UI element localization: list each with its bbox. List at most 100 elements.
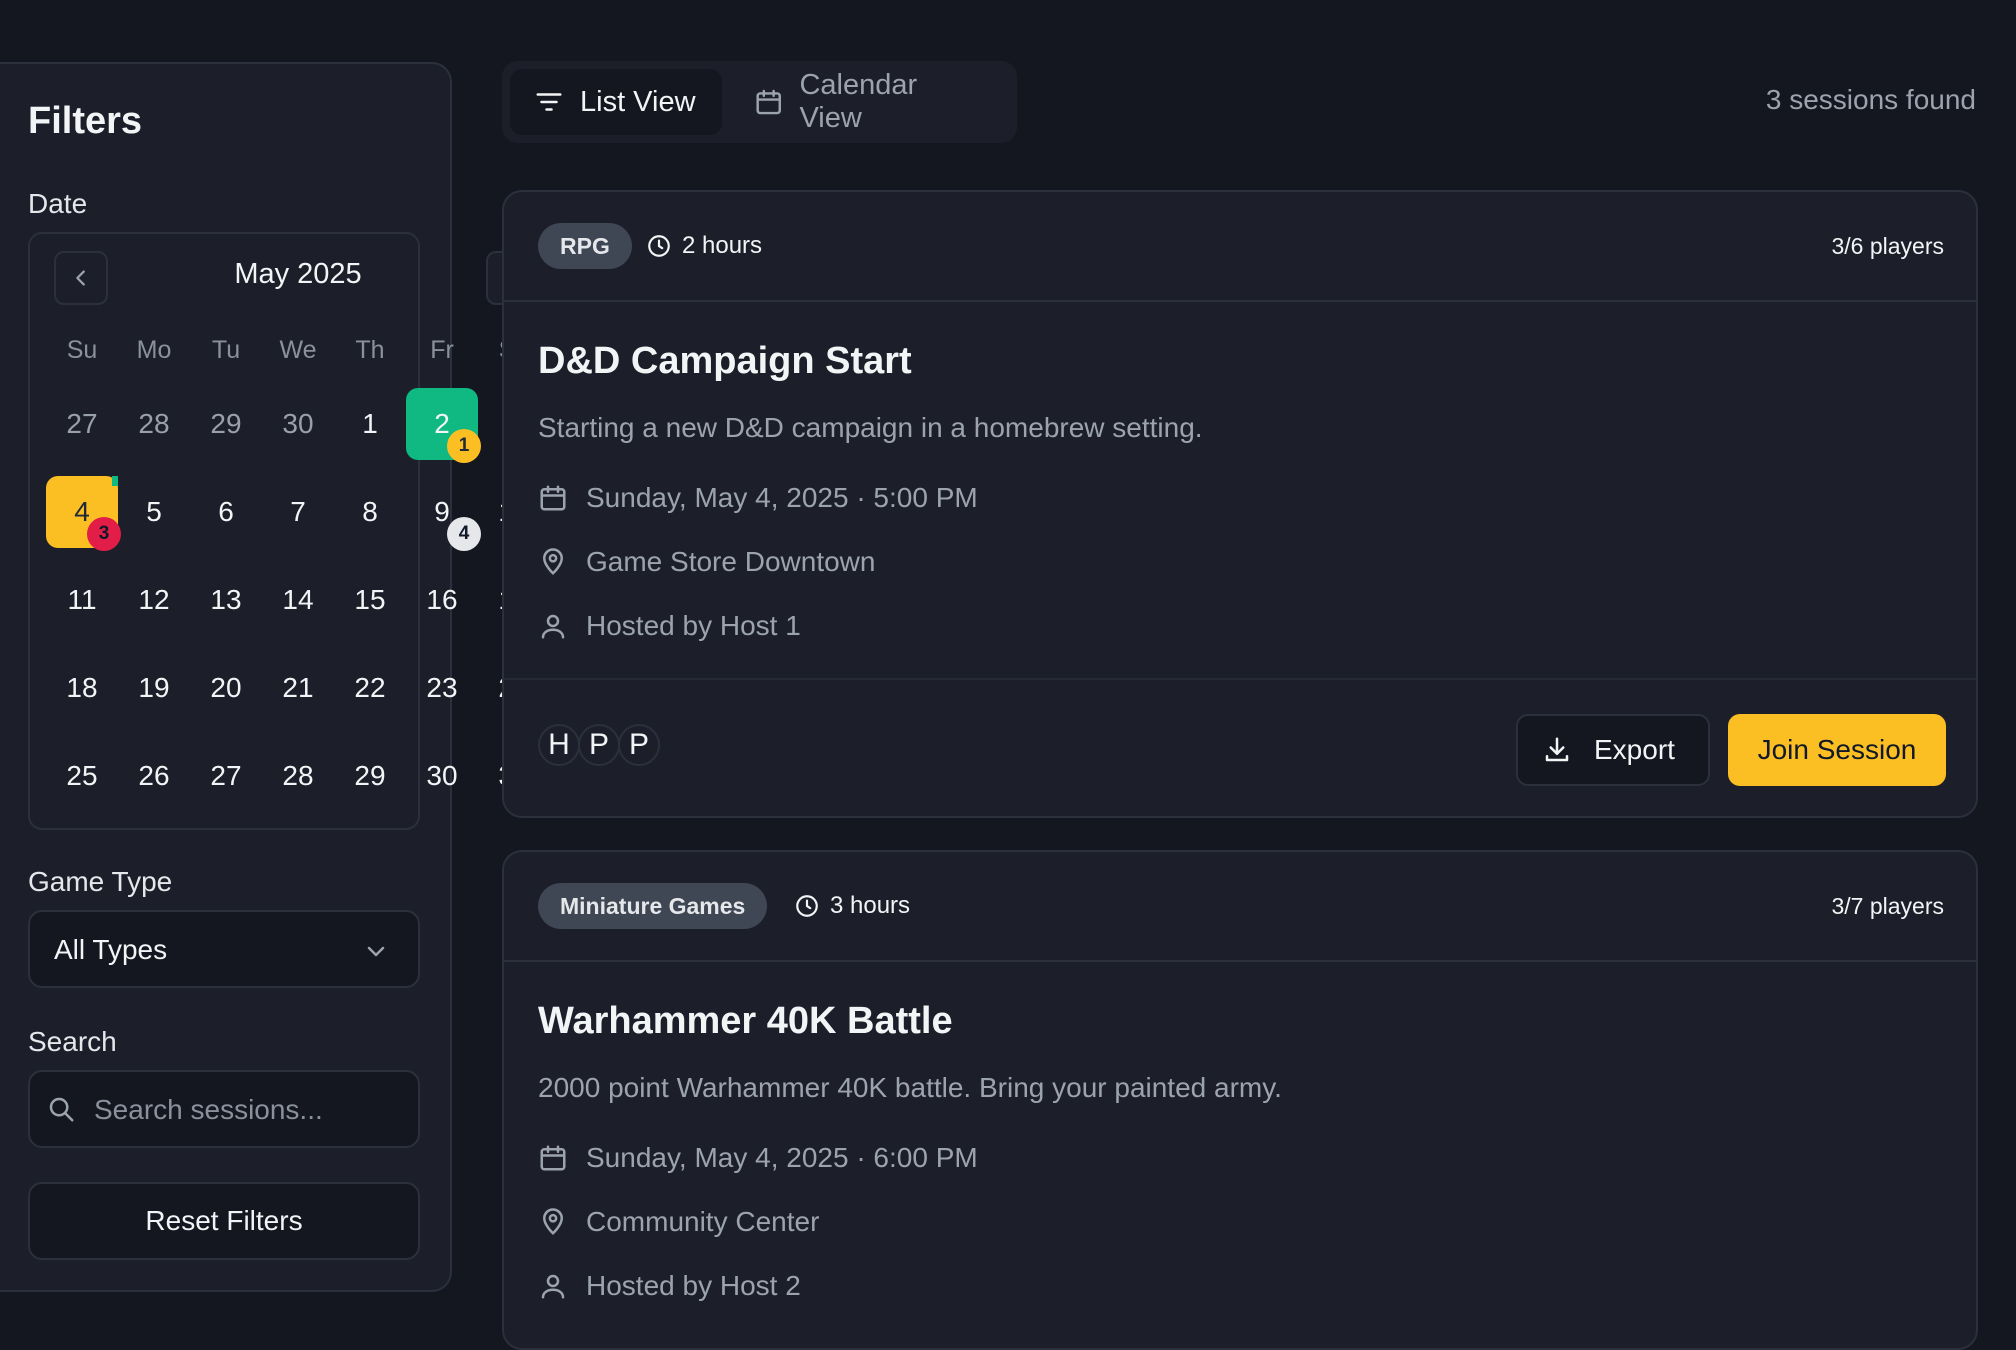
chevron-down-icon [367, 946, 385, 957]
date-label: Date [28, 188, 88, 219]
search-label: Search [28, 1026, 117, 1057]
export-button[interactable]: Export [1516, 714, 1710, 786]
calendar-day[interactable]: 11 [46, 564, 118, 636]
calendar-icon [756, 89, 781, 115]
divider [504, 678, 1976, 680]
clock-icon [648, 235, 670, 257]
datetime-text: Sunday, May 4, 2025 · 6:00 PM [586, 1142, 978, 1173]
calendar-day[interactable]: 1 [334, 388, 406, 460]
calendar-month-label: May 2025 [234, 258, 362, 290]
avatar: P [578, 724, 620, 766]
view-toggle: List View Calendar View [502, 61, 1017, 143]
calendar-day[interactable]: 15 [334, 564, 406, 636]
search-icon [49, 1097, 74, 1122]
game-type-badge: Miniature Games [538, 883, 768, 929]
user-icon [541, 614, 565, 639]
calendar-day[interactable]: 28 [118, 388, 190, 460]
prev-month-button[interactable] [54, 251, 108, 305]
calendar-day[interactable]: 13 [190, 564, 262, 636]
location-text: Game Store Downtown [586, 546, 876, 577]
calendar-day[interactable]: 27 [190, 740, 262, 812]
search-input[interactable]: Search sessions... [28, 1070, 420, 1148]
calendar-day[interactable]: 8 [334, 476, 406, 548]
player-count: 3/6 players [1831, 233, 1944, 259]
download-icon [1545, 737, 1569, 762]
map-pin-icon [542, 1208, 564, 1235]
calendar-day[interactable]: 19 [118, 652, 190, 724]
calendar-day[interactable]: 26 [118, 740, 190, 812]
game-type-label: Game Type [28, 866, 173, 897]
game-type-select[interactable]: All Types [28, 910, 420, 988]
session-count-badge: 1 [447, 429, 481, 463]
duration-text: 3 hours [830, 892, 911, 919]
calendar-day[interactable]: 16 [406, 564, 478, 636]
avatar: H [538, 724, 580, 766]
calendar-day[interactable]: 18 [46, 652, 118, 724]
clock-icon [796, 895, 818, 917]
results-count: 3 sessions found [1765, 84, 1976, 115]
calendar-icon [540, 485, 566, 511]
duration-text: 2 hours [682, 232, 763, 259]
session-location: Community Center [538, 1202, 819, 1242]
session-count-badge: 4 [447, 517, 481, 551]
calendar-day[interactable]: 22 [334, 652, 406, 724]
session-card: RPG 2 hours 3/6 players D&D Campaign Sta… [502, 190, 1978, 818]
filter-lines-icon [536, 93, 562, 111]
join-session-button[interactable]: Join Session [1728, 714, 1946, 786]
reset-filters-button[interactable]: Reset Filters [28, 1182, 420, 1260]
session-card: Miniature Games 3 hours 3/7 players Warh… [502, 850, 1978, 1350]
session-host: Hosted by Host 2 [538, 1266, 801, 1306]
session-count-badge: 3 [87, 517, 121, 551]
calendar-day[interactable]: 7 [262, 476, 334, 548]
duration: 2 hours [646, 224, 762, 268]
session-location: Game Store Downtown [538, 542, 875, 582]
map-pin-icon [542, 548, 564, 575]
session-description: Starting a new D&D campaign in a homebre… [538, 412, 1203, 443]
calendar-day[interactable]: 5 [118, 476, 190, 548]
avatar: P [618, 724, 660, 766]
calendar-day[interactable]: 12 [118, 564, 190, 636]
calendar-day[interactable]: 14 [262, 564, 334, 636]
user-icon [541, 1274, 565, 1299]
session-datetime: Sunday, May 4, 2025 · 5:00 PM [538, 478, 978, 518]
weekday-header: Tu [211, 336, 241, 364]
calendar-day[interactable]: 30 [262, 388, 334, 460]
filters-title: Filters [28, 100, 143, 142]
list-view-tab[interactable]: List View [510, 69, 722, 135]
weekday-header: Th [355, 336, 385, 364]
today-marker [112, 476, 118, 486]
session-host: Hosted by Host 1 [538, 606, 801, 646]
calendar-day[interactable]: 30 [406, 740, 478, 812]
location-text: Community Center [586, 1206, 820, 1237]
search-placeholder: Search sessions... [94, 1094, 323, 1125]
calendar-day[interactable]: 25 [46, 740, 118, 812]
calendar-day[interactable]: 6 [190, 476, 262, 548]
session-title: D&D Campaign Start [538, 340, 912, 382]
calendar-view-label: Calendar View [799, 69, 918, 134]
calendar-day[interactable]: 23 [406, 652, 478, 724]
calendar-day[interactable]: 29 [334, 740, 406, 812]
calendar-view-tab[interactable]: Calendar View [730, 69, 1008, 135]
weekday-header: Fr [430, 336, 454, 364]
datetime-text: Sunday, May 4, 2025 · 5:00 PM [586, 482, 978, 513]
chevron-left-icon [76, 270, 85, 286]
calendar-icon [540, 1145, 566, 1171]
session-datetime: Sunday, May 4, 2025 · 6:00 PM [538, 1138, 978, 1178]
list-view-label: List View [580, 85, 696, 118]
session-description: 2000 point Warhammer 40K battle. Bring y… [538, 1072, 1282, 1103]
calendar-day[interactable]: 29 [190, 388, 262, 460]
export-label: Export [1594, 734, 1675, 765]
calendar-day[interactable]: 20 [190, 652, 262, 724]
session-title: Warhammer 40K Battle [538, 1000, 953, 1042]
calendar-day[interactable]: 21 [262, 652, 334, 724]
host-text: Hosted by Host 2 [586, 1270, 801, 1301]
duration: 3 hours [794, 884, 910, 928]
game-type-value: All Types [54, 934, 168, 965]
player-count: 3/7 players [1831, 893, 1944, 919]
calendar-day[interactable]: 27 [46, 388, 118, 460]
weekday-header: Su [66, 336, 98, 364]
game-type-badge: RPG [538, 223, 632, 269]
weekday-header: Mo [136, 336, 172, 364]
calendar-day[interactable]: 28 [262, 740, 334, 812]
host-text: Hosted by Host 1 [586, 610, 801, 641]
